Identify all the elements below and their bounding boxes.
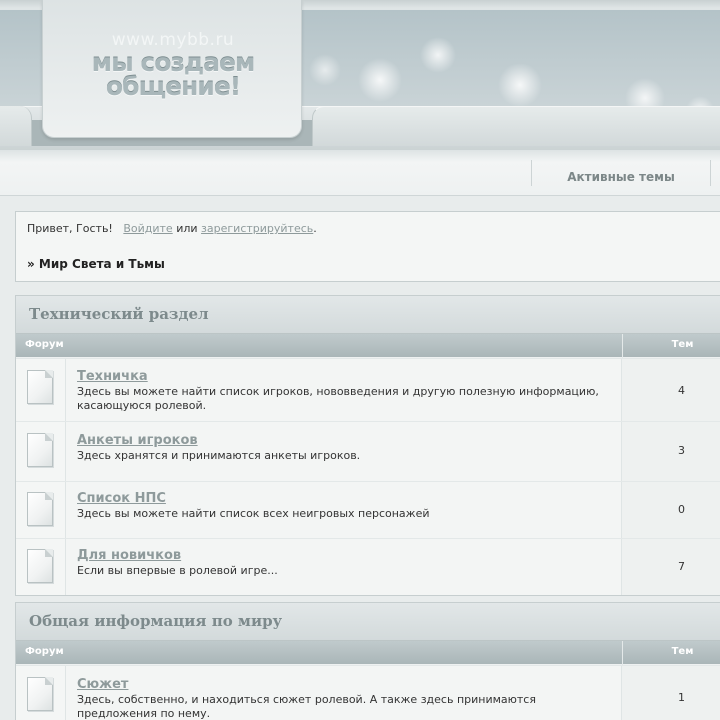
welcome-line: Привет, Гость! Войдите или зарегистрируй… [27,222,317,235]
register-link[interactable]: зарегистрируйтесь [201,222,313,235]
forum-document-icon [27,433,53,467]
header-tab-left [0,106,32,146]
breadcrumb[interactable]: » Мир Света и Тьмы [27,257,165,271]
forum-description: Если вы впервые в ролевой игре... [77,564,278,577]
or-text: или [176,222,198,235]
forum-row: Сюжет Здесь, собственно, и находиться сю… [16,665,720,720]
column-topics: Тем [622,641,720,665]
logo-url: www.mybb.ru [111,30,235,50]
site-logo[interactable]: www.mybb.ru мы создаем общение! [42,0,302,138]
period-text: . [313,222,317,235]
category-title[interactable]: Общая информация по миру [16,603,720,641]
logo-slogan-line2: общение! [105,72,241,101]
forum-document-icon [27,677,53,711]
column-header: Форум Тем [16,334,720,358]
site-header: www.mybb.ru мы создаем общение! [0,0,720,150]
nav-active-topics[interactable]: Активные темы [532,160,710,194]
forum-description: Здесь вы можете найти список игроков, но… [77,385,599,412]
forum-link[interactable]: Для новичков [77,548,617,563]
forum-topic-count: 4 [621,359,720,421]
forum-topic-count: 1 [621,666,720,720]
forum-row: Техничка Здесь вы можете найти список иг… [16,358,720,421]
column-topics: Тем [622,334,720,358]
forum-topic-count: 0 [621,482,720,538]
category-technical: Технический раздел Форум Тем Техничка Зд… [15,295,720,596]
forum-row: Анкеты игроков Здесь хранятся и принимаю… [16,421,720,481]
login-link[interactable]: Войдите [123,222,172,235]
forum-description: Здесь вы можете найти список всех неигро… [77,507,430,520]
forum-link[interactable]: Анкеты игроков [77,433,617,448]
greeting-text: Привет, Гость! [27,222,113,235]
category-title[interactable]: Технический раздел [16,296,720,334]
forum-link[interactable]: Сюжет [77,677,617,692]
forum-topic-count: 7 [621,539,720,595]
nav-separator [710,160,711,186]
forum-topic-count: 3 [621,422,720,481]
forum-description: Здесь хранятся и принимаются анкеты игро… [77,449,361,462]
forum-document-icon [27,549,53,583]
welcome-box: Привет, Гость! Войдите или зарегистрируй… [15,211,720,282]
forum-row: Для новичков Если вы впервые в ролевой и… [16,538,720,595]
forum-description: Здесь, собственно, и находиться сюжет ро… [77,693,536,720]
forum-document-icon [27,370,53,404]
category-world-info: Общая информация по миру Форум Тем Сюжет… [15,602,720,720]
forum-link[interactable]: Техничка [77,369,617,384]
header-tab-right [312,106,720,146]
forum-document-icon [27,492,53,526]
navbar: Активные темы [0,150,720,196]
column-header: Форум Тем [16,641,720,665]
forum-link[interactable]: Список НПС [77,491,617,506]
column-forum: Форум [25,339,64,350]
column-forum: Форум [25,646,64,657]
forum-row: Список НПС Здесь вы можете найти список … [16,481,720,538]
